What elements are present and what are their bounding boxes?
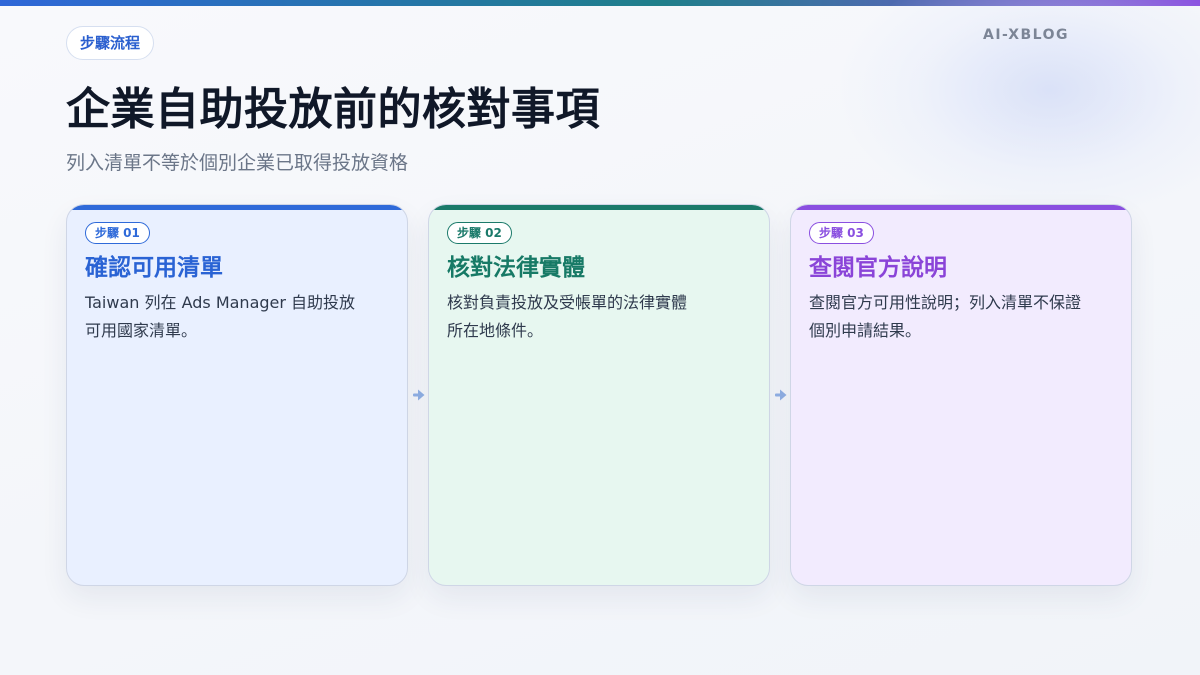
step-title: 核對法律實體	[447, 255, 585, 281]
step-card-2: 步驟 02 核對法律實體 核對負責投放及受帳單的法律實體 所在地條件。	[428, 204, 770, 586]
step-description-line: Taiwan 列在 Ads Manager 自助投放	[85, 293, 356, 312]
step-description-line: 所在地條件。	[447, 321, 544, 340]
card-accent-bar	[791, 205, 1131, 210]
step-card-1: 步驟 01 確認可用清單 Taiwan 列在 Ads Manager 自助投放 …	[66, 204, 408, 586]
arrow-right-icon	[413, 389, 425, 401]
brand-logo-text: AI-XBLOG	[983, 27, 1069, 43]
step-title: 確認可用清單	[85, 255, 223, 281]
section-tag: 步驟流程	[66, 26, 155, 60]
step-description: 查閱官方可用性說明；列入清單不保證 個別申請結果。	[809, 289, 1089, 345]
step-card-3: 步驟 03 查閱官方說明 查閱官方可用性說明；列入清單不保證 個別申請結果。	[790, 204, 1132, 586]
step-description: 核對負責投放及受帳單的法律實體 所在地條件。	[447, 289, 727, 345]
card-accent-bar	[67, 205, 407, 210]
step-description-line: 核對負責投放及受帳單的法律實體	[447, 293, 688, 312]
step-title: 查閱官方說明	[809, 255, 947, 281]
step-badge: 步驟 03	[809, 222, 874, 244]
step-badge: 步驟 01	[85, 222, 150, 244]
arrow-right-icon	[775, 389, 787, 401]
step-description: Taiwan 列在 Ads Manager 自助投放 可用國家清單。	[85, 289, 365, 345]
page-title: 企業自助投放前的核對事項	[66, 84, 600, 135]
step-badge: 步驟 02	[447, 222, 512, 244]
step-description-line: 個別申請結果。	[809, 321, 922, 340]
card-accent-bar	[429, 205, 769, 210]
step-description-line: 查閱官方可用性說明；列入清單不保證	[809, 293, 1082, 312]
page-subtitle: 列入清單不等於個別企業已取得投放資格	[66, 152, 409, 174]
step-description-line: 可用國家清單。	[85, 321, 198, 340]
